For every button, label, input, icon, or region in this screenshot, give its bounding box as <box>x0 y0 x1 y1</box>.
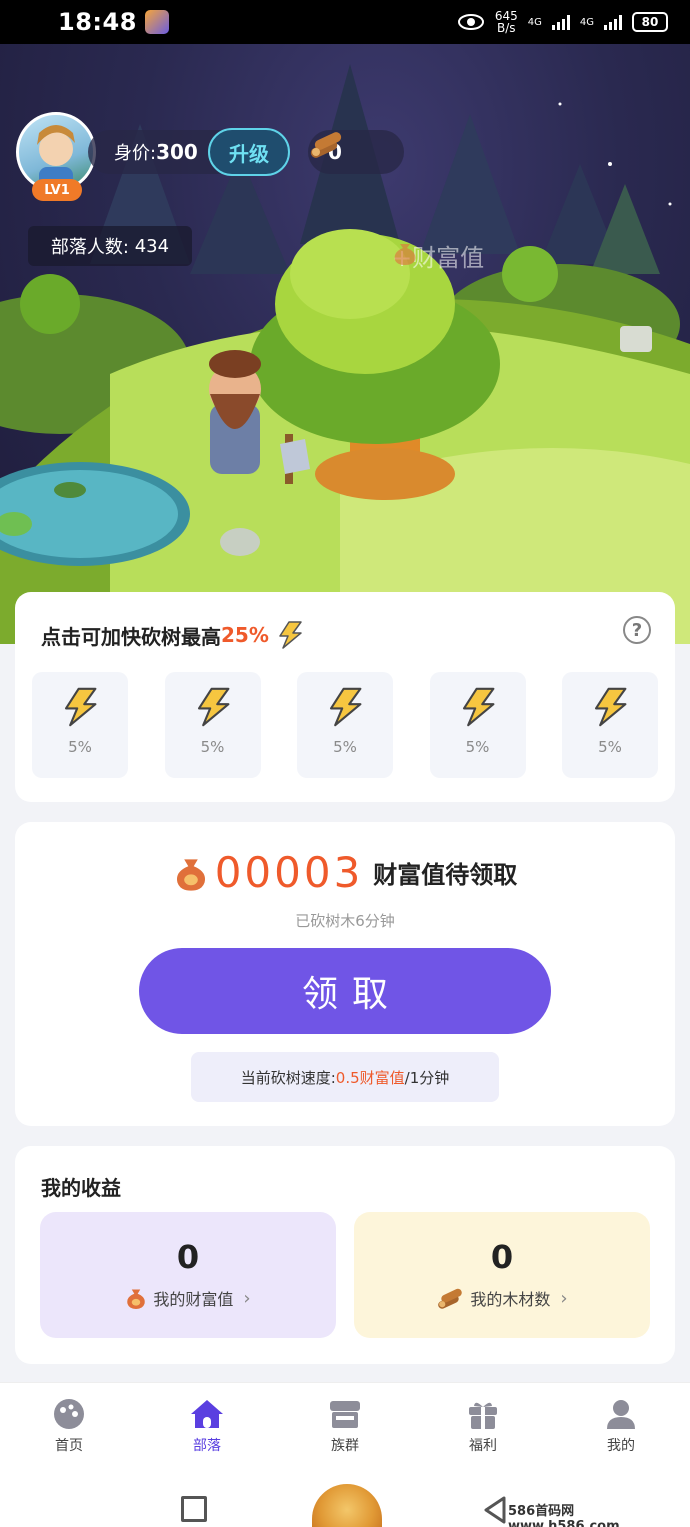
upgrade-button[interactable]: 升级 <box>208 128 290 176</box>
my-wealth-label: 我的财富值 <box>153 1290 234 1309</box>
lightning-icon <box>594 687 627 727</box>
chop-rate: 当前砍树速度: 0.5财富值 /1分钟 <box>191 1052 499 1102</box>
status-time: 18:48 <box>58 8 137 36</box>
nav-label-mine: 我的 <box>607 1437 635 1454</box>
tribe-count-value: 434 <box>134 235 170 257</box>
net-speed: 645 B/s <box>495 10 518 34</box>
signal-1-icon <box>551 14 570 30</box>
nav-label-home: 首页 <box>55 1437 83 1454</box>
boost-pct-label: 5% <box>68 738 92 756</box>
money-bag-icon <box>394 244 416 265</box>
wood-display[interactable]: 0 <box>308 130 404 174</box>
status-indicators: 645 B/s 4G 4G 80 <box>457 10 668 34</box>
home-planet-icon <box>54 1398 84 1429</box>
app-notification-icon <box>144 10 169 34</box>
lightning-icon <box>462 687 494 727</box>
help-icon[interactable]: ? <box>623 616 651 644</box>
boost-list: 5% 5% 5% 5% 5% <box>32 672 658 778</box>
boost-pct-label: 5% <box>465 738 490 756</box>
battery-level: 80 <box>641 15 659 29</box>
speed-boost-card: 点击可加快砍树最高 25% ? 5% 5% 5% 5% 5% <box>15 592 675 802</box>
nav-label-welfare: 福利 <box>469 1437 497 1454</box>
earnings-title: 我的收益 <box>41 1176 121 1200</box>
signal-2-icon <box>604 14 622 30</box>
money-bag-icon <box>127 1289 146 1309</box>
tribe-label: 部落人数: <box>50 237 129 258</box>
system-nav-bar: 586首码网 www.h586.com <box>0 1468 690 1527</box>
house-icon <box>191 1399 223 1428</box>
boost-item[interactable]: 5% <box>297 672 393 778</box>
back-icon[interactable] <box>482 1496 508 1524</box>
battery-icon: 80 <box>632 12 668 32</box>
boost-item[interactable]: 5% <box>32 672 128 778</box>
recent-apps-button[interactable] <box>181 1496 207 1522</box>
boost-item[interactable]: 5% <box>164 672 261 778</box>
nav-item-mine[interactable]: 我的 <box>571 1397 671 1455</box>
game-scene[interactable]: LV1 身价: 300 升级 0 部落人数: 434 +财富值 <box>0 44 690 644</box>
wealth-float-text: +财富值 <box>392 238 484 273</box>
chopped-duration: 已砍树木6分钟 <box>295 912 395 930</box>
net-speed-unit: B/s <box>497 21 516 35</box>
pending-wealth: 00003 财富值待领取 <box>15 848 675 897</box>
rate-suffix: /1分钟 <box>404 1068 450 1087</box>
my-wood-value: 0 <box>490 1238 514 1276</box>
boost-pct-label: 5% <box>333 738 357 756</box>
lightning-icon <box>329 687 362 727</box>
avatar-illustration <box>37 125 75 189</box>
chevron-right-icon: › <box>560 1287 568 1309</box>
nav-item-tribe[interactable]: 部落 <box>157 1397 257 1455</box>
lightning-icon <box>197 687 229 727</box>
eye-icon <box>457 14 484 30</box>
chevron-right-icon: › <box>243 1287 251 1309</box>
pending-wealth-value: 00003 <box>214 848 364 897</box>
wood-logs-icon <box>438 1288 463 1309</box>
boost-pct-label: 5% <box>200 738 225 756</box>
my-wood-box[interactable]: 0 我的木材数 › <box>354 1212 650 1338</box>
lightning-icon <box>279 621 302 649</box>
money-bag-icon <box>176 858 205 891</box>
earnings-card: 我的收益 0 我的财富值 › 0 我的木材数 › <box>15 1146 675 1364</box>
signal-1-label: 4G <box>527 16 542 28</box>
speed-title-pct: 25% <box>221 623 269 647</box>
boost-item[interactable]: 5% <box>429 672 526 778</box>
bottom-nav: 首页 部落 族群 福利 我的 <box>0 1382 690 1468</box>
nav-label-tribe: 部落 <box>193 1437 221 1454</box>
rate-prefix: 当前砍树速度: <box>240 1068 336 1087</box>
boost-item[interactable]: 5% <box>562 672 658 778</box>
claim-button[interactable]: 领取 <box>139 948 551 1034</box>
signal-2-label: 4G <box>579 16 594 28</box>
my-wood-label: 我的木材数 <box>470 1290 551 1309</box>
nav-item-group[interactable]: 族群 <box>295 1397 395 1455</box>
store-icon <box>330 1400 360 1428</box>
speed-boost-title: 点击可加快砍树最高 25% <box>41 620 305 650</box>
claim-card: 00003 财富值待领取 已砍树木6分钟 领取 当前砍树速度: 0.5财富值 /… <box>15 822 675 1126</box>
worth-label: 身价: <box>114 143 157 164</box>
my-wealth-box[interactable]: 0 我的财富值 › <box>40 1212 336 1338</box>
tribe-count: 部落人数: 434 <box>28 226 192 266</box>
lightning-icon <box>64 687 97 727</box>
nav-item-welfare[interactable]: 福利 <box>433 1397 533 1455</box>
nav-label-group: 族群 <box>331 1437 359 1454</box>
my-wealth-link[interactable]: 我的财富值 › <box>125 1286 251 1310</box>
level-badge: LV1 <box>32 179 82 201</box>
status-bar: 18:48 645 B/s 4G 4G 80 <box>0 0 690 44</box>
speed-title-text: 点击可加快砍树最高 <box>41 624 221 649</box>
boost-pct-label: 5% <box>598 738 622 756</box>
my-wealth-value: 0 <box>176 1238 200 1276</box>
gift-icon <box>469 1402 497 1429</box>
pending-wealth-label: 财富值待领取 <box>373 861 518 889</box>
user-icon <box>607 1399 635 1429</box>
home-mascot-button[interactable] <box>312 1484 382 1527</box>
rate-value: 0.5财富值 <box>335 1068 405 1087</box>
wood-logs-icon <box>310 132 342 158</box>
worth-value: 300 <box>156 140 198 164</box>
my-wood-link[interactable]: 我的木材数 › <box>436 1286 568 1310</box>
watermark: 586首码网 www.h586.com <box>508 1504 620 1527</box>
nav-item-home[interactable]: 首页 <box>19 1397 119 1455</box>
